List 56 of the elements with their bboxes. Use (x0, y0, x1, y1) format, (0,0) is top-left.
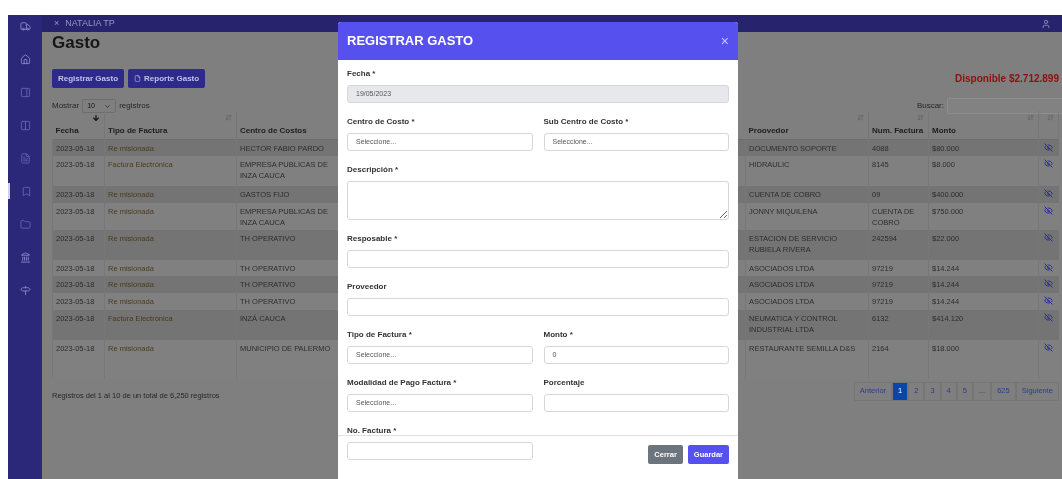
field-label: Porcentaje (543, 377, 586, 389)
bookmark-icon (20, 185, 32, 197)
input-field[interactable] (347, 442, 533, 460)
eye-off-icon[interactable] (1044, 159, 1053, 168)
search-label: Buscar: (916, 100, 944, 112)
column-header[interactable]: Num. Factura (868, 111, 929, 139)
field-label: Sub Centro de Costo * (543, 116, 630, 128)
description-field[interactable] (347, 181, 729, 220)
toolbar-button[interactable]: Reporte Gasto (128, 69, 206, 88)
file-icon (134, 75, 142, 82)
search-field[interactable] (947, 98, 1062, 114)
field-label: Descripción * (347, 164, 400, 176)
field-label: Proveedor (347, 281, 388, 293)
chevron-icon (104, 102, 112, 110)
document-icon (19, 152, 31, 164)
length-label: Mostrar (52, 100, 80, 112)
eye-off-icon[interactable] (1044, 189, 1053, 198)
eye-off-icon[interactable] (1044, 233, 1053, 242)
length-label: registros (119, 100, 150, 112)
field-label: Centro de Costo * (347, 116, 416, 128)
column-header[interactable]: Tipo de Factura (104, 111, 237, 139)
input-field[interactable] (347, 298, 729, 316)
user-name: NATALIA TP (65, 16, 115, 30)
home-icon (19, 53, 31, 65)
folder-icon (19, 218, 31, 230)
eye-off-icon[interactable] (1044, 142, 1053, 152)
input-field[interactable] (347, 250, 729, 268)
column-header[interactable]: Monto (928, 111, 1039, 139)
eye-off-icon[interactable] (1044, 313, 1053, 322)
field-label: Resposable * (347, 233, 399, 245)
signpost-icon (19, 284, 31, 296)
close-glyph[interactable]: × (54, 16, 60, 31)
eye-off-icon[interactable] (1044, 279, 1053, 288)
field-label: Monto * (543, 329, 574, 341)
modal-title: REGISTRAR GASTO (347, 32, 474, 51)
user-icon[interactable] (1041, 18, 1051, 29)
field-label: Tipo de Factura * (347, 329, 413, 341)
bank-icon (19, 251, 31, 263)
truck-icon (19, 20, 31, 32)
column-header[interactable]: Proovedor (745, 111, 869, 139)
column-header[interactable]: Fecha (52, 111, 105, 139)
sort-icon[interactable] (92, 114, 100, 122)
close-button[interactable]: × (720, 30, 729, 52)
field-label: Modalidad de Pago Factura * (347, 377, 458, 389)
page-title: Gasto (52, 33, 101, 53)
eye-off-icon[interactable] (1044, 263, 1053, 272)
eye-off-icon[interactable] (1044, 343, 1053, 352)
toolbar-button[interactable]: Registrar Gasto (52, 69, 125, 88)
field-label: No. Factura * (347, 425, 398, 437)
columns-icon (19, 119, 31, 131)
eye-off-icon[interactable] (1044, 296, 1053, 305)
available-balance: Disponible $2.712.899 (955, 72, 1059, 86)
field-label: Fecha * (347, 68, 377, 80)
input-field[interactable] (543, 394, 729, 412)
eye-off-icon[interactable] (1044, 206, 1053, 215)
panel-icon (19, 86, 31, 98)
